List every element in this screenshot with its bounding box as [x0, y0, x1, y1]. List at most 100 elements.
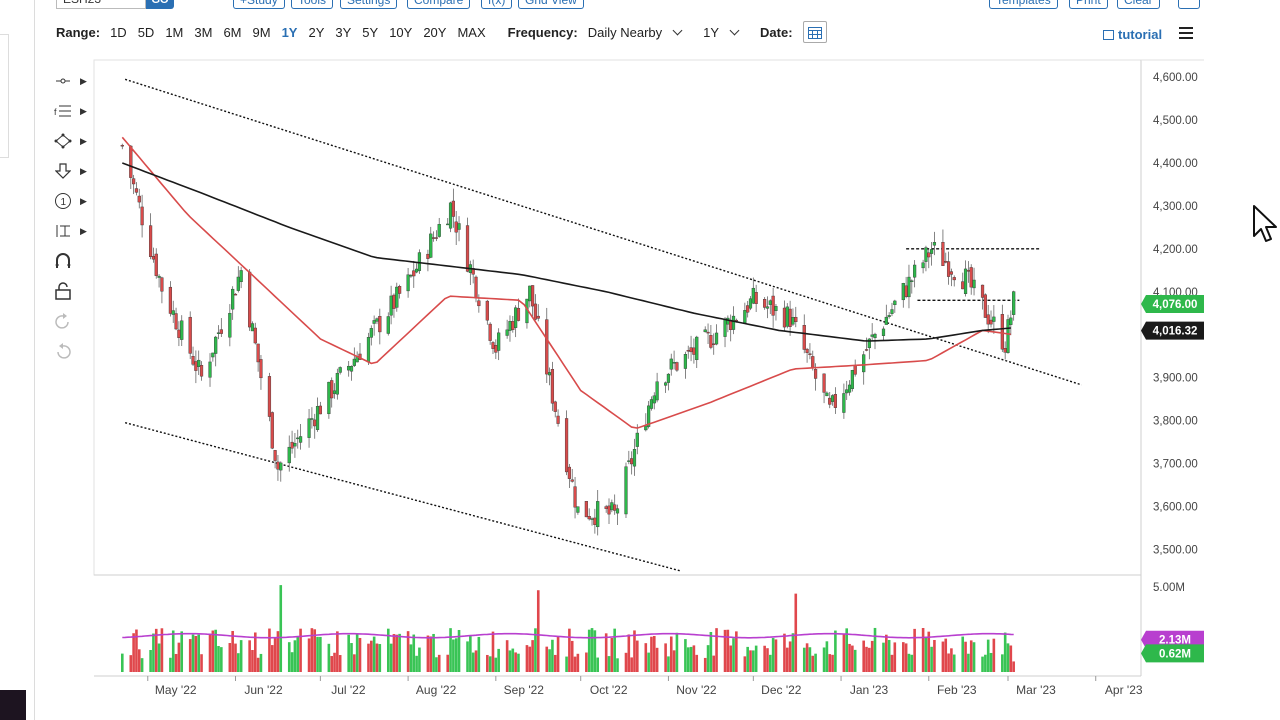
candle-body: [864, 349, 869, 351]
volume-bar: [338, 655, 342, 672]
candle-body: [754, 292, 758, 304]
volume-bar: [426, 635, 430, 672]
price-chart[interactable]: 4,600.00 4,500.00 4,400.00 4,300.00 4,200.00…: [0, 0, 1280, 720]
candle-body: [763, 299, 767, 308]
candle-body: [395, 286, 399, 308]
time-tick-label: Feb '23: [937, 683, 977, 697]
candle-body: [731, 315, 736, 330]
volume-bar: [372, 636, 376, 672]
volume-bar: [452, 639, 455, 672]
candle-body: [615, 508, 620, 514]
candle-body: [788, 308, 792, 327]
candle-body: [927, 252, 931, 258]
candle-body: [120, 144, 124, 147]
candle-body: [307, 418, 311, 438]
trendline-upper-channel[interactable]: [124, 78, 1082, 386]
candle-body: [870, 334, 874, 337]
volume-bar: [930, 646, 933, 672]
candle-body: [576, 506, 580, 513]
candle-body: [485, 300, 489, 321]
volume-bar: [469, 635, 472, 672]
candle-body: [465, 225, 470, 272]
volume-bar: [194, 635, 198, 672]
volume-bar: [726, 629, 730, 672]
candle-body: [887, 315, 891, 317]
candle-body: [833, 394, 837, 408]
candle-body: [194, 361, 198, 371]
candle-body: [239, 270, 243, 283]
candle-body: [545, 319, 549, 375]
candle-body: [703, 329, 707, 333]
volume-bar: [220, 647, 223, 672]
candle-body: [980, 284, 985, 298]
volume-bar: [746, 646, 749, 672]
volume-bar: [316, 636, 319, 672]
candle-body: [1009, 317, 1013, 325]
volume-bar: [446, 654, 450, 672]
volume-bar: [528, 646, 532, 672]
volume-bar: [449, 628, 452, 672]
volume-bar: [358, 637, 362, 672]
candle-body: [488, 323, 492, 341]
candle-body: [556, 415, 560, 424]
volume-bar: [531, 640, 534, 672]
time-tick-label: Aug '22: [416, 683, 457, 697]
candle-body: [822, 373, 826, 393]
volume-bar: [293, 640, 297, 672]
volume-bar: [548, 649, 551, 672]
volume-bar: [805, 643, 809, 672]
candle-body: [712, 343, 716, 346]
volume-bar: [604, 633, 608, 672]
price-tick-label: 4,600.00: [1153, 72, 1198, 84]
price-tick-label: 3,500.00: [1153, 544, 1198, 556]
candle-body: [160, 277, 164, 292]
candle-body: [794, 316, 798, 323]
candle-body: [593, 517, 597, 525]
candle-body: [494, 345, 498, 353]
candle-body: [372, 320, 376, 324]
volume-bar: [239, 640, 243, 672]
volume-bar: [873, 627, 877, 672]
volume-bar: [273, 638, 277, 672]
candle-body: [330, 380, 334, 399]
candle-body: [989, 319, 993, 325]
candle-body: [689, 347, 693, 353]
candle-body: [231, 288, 235, 310]
volume-bar: [695, 654, 699, 672]
trendline-lower-channel[interactable]: [124, 421, 680, 572]
candle-body: [426, 253, 430, 259]
volume-bar: [675, 632, 679, 672]
candle-body: [454, 221, 458, 233]
candle-body: [746, 305, 750, 313]
volume-bar: [822, 647, 826, 672]
candle-body: [1003, 348, 1007, 353]
candle-body: [706, 331, 710, 334]
volume-bar: [732, 638, 735, 672]
volume-bar: [375, 643, 379, 672]
volume-bar: [868, 647, 871, 672]
candle-body: [180, 320, 184, 340]
candle-body: [850, 370, 854, 389]
candle-body: [553, 401, 557, 412]
candle-body: [431, 237, 436, 239]
candle-body: [830, 395, 835, 402]
volume-bar: [763, 645, 766, 672]
time-tick-label: Jun '22: [244, 683, 283, 697]
candle-body: [270, 412, 274, 449]
candle-body: [782, 307, 787, 328]
candle-body: [233, 293, 238, 296]
candle-body: [635, 432, 639, 447]
candle-body: [692, 347, 696, 355]
candle-body: [386, 316, 390, 334]
candle-body: [675, 362, 679, 371]
volume-bar: [412, 634, 416, 672]
candle-body: [511, 321, 515, 330]
candle-body: [944, 260, 948, 263]
candle-body: [378, 316, 382, 333]
volume-bar: [633, 630, 636, 672]
candle-body: [630, 458, 634, 465]
volume-bar: [573, 656, 577, 672]
volume-bar: [505, 640, 509, 672]
candle-body: [743, 310, 747, 324]
volume-bar: [853, 649, 857, 672]
